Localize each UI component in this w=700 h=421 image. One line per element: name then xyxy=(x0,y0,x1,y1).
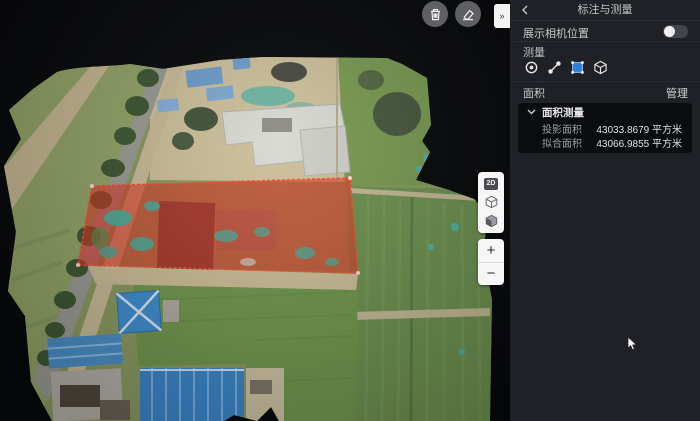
camera-position-row: 展示相机位置 xyxy=(510,21,700,41)
view-mesh-button[interactable] xyxy=(482,194,500,211)
orthomosaic-map[interactable] xyxy=(0,0,510,421)
fitted-area-value: 43066.9855 平方米 xyxy=(596,135,682,150)
measure-tool-volume[interactable] xyxy=(592,59,608,75)
camera-position-label: 展示相机位置 xyxy=(523,25,589,41)
fitted-area-label: 拟合面积 xyxy=(542,135,582,150)
back-button[interactable] xyxy=(518,3,532,17)
chevron-left-icon xyxy=(522,5,528,15)
eraser-button[interactable] xyxy=(455,1,481,27)
blue-building xyxy=(117,291,162,334)
zoom-control-panel: + − xyxy=(478,239,504,285)
mouse-cursor xyxy=(627,336,639,352)
annotation-measure-panel: 标注与测量 展示相机位置 测量 xyxy=(510,0,700,421)
area-section-label: 面积 xyxy=(523,85,545,101)
view-2d-button[interactable]: 2D xyxy=(482,176,500,193)
trash-icon xyxy=(429,8,442,21)
manage-button[interactable]: 管理 xyxy=(666,85,688,101)
divider xyxy=(510,41,700,42)
zoom-in-button[interactable]: + xyxy=(478,239,504,263)
toggle-knob xyxy=(664,26,675,37)
area-measure-icon xyxy=(570,60,585,75)
view-model-button[interactable] xyxy=(482,212,500,229)
2d-badge-icon: 2D xyxy=(484,178,498,190)
cube-outline-icon xyxy=(485,195,498,209)
card-title: 面积测量 xyxy=(542,105,584,120)
area-measurement-card-header[interactable]: 面积测量 xyxy=(518,103,692,121)
projected-area-value: 43033.8679 平方米 xyxy=(596,121,682,136)
panel-header: 标注与测量 xyxy=(510,0,700,21)
map-viewport[interactable]: » 2D + xyxy=(0,0,510,421)
measure-tool-point[interactable] xyxy=(523,59,539,75)
measure-section-label: 测量 xyxy=(523,44,545,60)
projected-area-row: 投影面积 43033.8679 平方米 xyxy=(518,121,692,135)
panel-collapse-tab[interactable]: » xyxy=(494,4,510,28)
fitted-area-row: 拟合面积 43066.9855 平方米 xyxy=(518,135,692,149)
eraser-icon xyxy=(461,8,475,21)
map-imagery xyxy=(0,50,510,421)
projected-area-label: 投影面积 xyxy=(542,121,582,136)
view-mode-panel: 2D xyxy=(478,172,504,233)
warehouse-building xyxy=(140,368,244,421)
point-measure-icon xyxy=(524,60,539,75)
measure-tools xyxy=(523,59,608,75)
panel-title: 标注与测量 xyxy=(510,0,700,21)
camera-position-toggle[interactable] xyxy=(663,25,688,38)
app-window: » 2D + xyxy=(0,0,700,421)
distance-measure-icon xyxy=(547,60,562,75)
area-section-header: 面积 管理 xyxy=(510,85,700,100)
divider xyxy=(510,81,700,82)
cube-solid-icon xyxy=(485,214,498,228)
measure-tool-distance[interactable] xyxy=(546,59,562,75)
volume-measure-icon xyxy=(593,60,608,75)
measure-tool-area[interactable] xyxy=(569,59,585,75)
area-measurement-card: 面积测量 投影面积 43033.8679 平方米 拟合面积 43066.9855… xyxy=(518,103,692,153)
zoom-out-button[interactable]: − xyxy=(478,263,504,286)
chevron-down-icon xyxy=(527,109,536,115)
delete-annotation-button[interactable] xyxy=(422,1,448,27)
